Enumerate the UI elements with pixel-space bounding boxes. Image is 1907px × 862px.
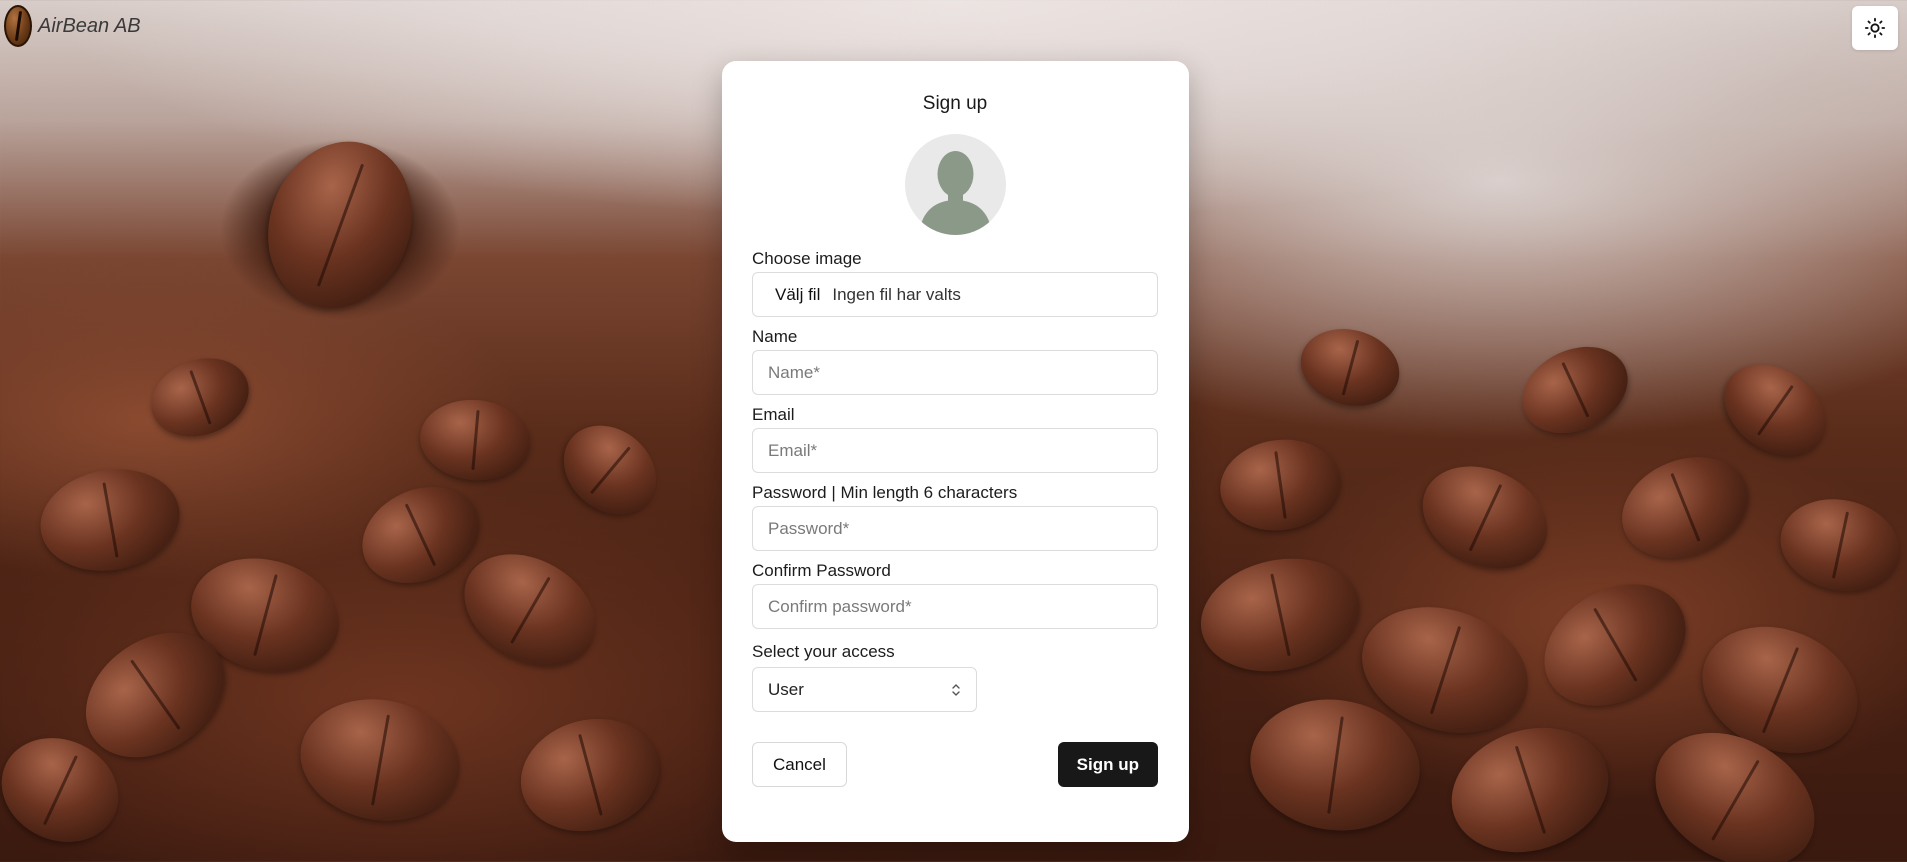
access-select[interactable]: User [752, 667, 977, 712]
name-label: Name [752, 327, 798, 346]
confirm-password-label: Confirm Password [752, 561, 891, 580]
password-input[interactable] [752, 506, 1158, 551]
avatar [904, 134, 1006, 235]
name-input[interactable] [752, 350, 1158, 395]
confirm-password-input[interactable] [752, 584, 1158, 629]
choose-image-label: Choose image [752, 249, 862, 268]
top-bar: AirBean AB [0, 0, 141, 52]
signup-button[interactable]: Sign up [1057, 742, 1158, 787]
signup-card: Sign up Choose image Välj fil Ingen fil … [722, 61, 1189, 842]
access-label: Select your access [752, 642, 895, 661]
file-upload-input[interactable]: Välj fil Ingen fil har valts [752, 272, 1158, 317]
sun-icon [1864, 17, 1886, 39]
file-status-text: Ingen fil har valts [832, 284, 961, 304]
brand-name[interactable]: AirBean AB [38, 15, 141, 38]
user-silhouette-icon [918, 151, 992, 235]
cancel-button[interactable]: Cancel [752, 742, 847, 787]
choose-file-button[interactable]: Välj fil [775, 285, 820, 305]
coffee-bean-logo-icon[interactable] [4, 5, 32, 47]
chevron-up-down-icon [952, 683, 960, 696]
theme-toggle-button[interactable] [1852, 6, 1898, 50]
email-label: Email [752, 405, 795, 424]
form-actions: Cancel Sign up [752, 742, 1158, 787]
password-label: Password | Min length 6 characters [752, 483, 1018, 502]
form-title: Sign up [922, 93, 988, 114]
access-selected-value: User [768, 679, 804, 699]
email-input[interactable] [752, 428, 1158, 473]
